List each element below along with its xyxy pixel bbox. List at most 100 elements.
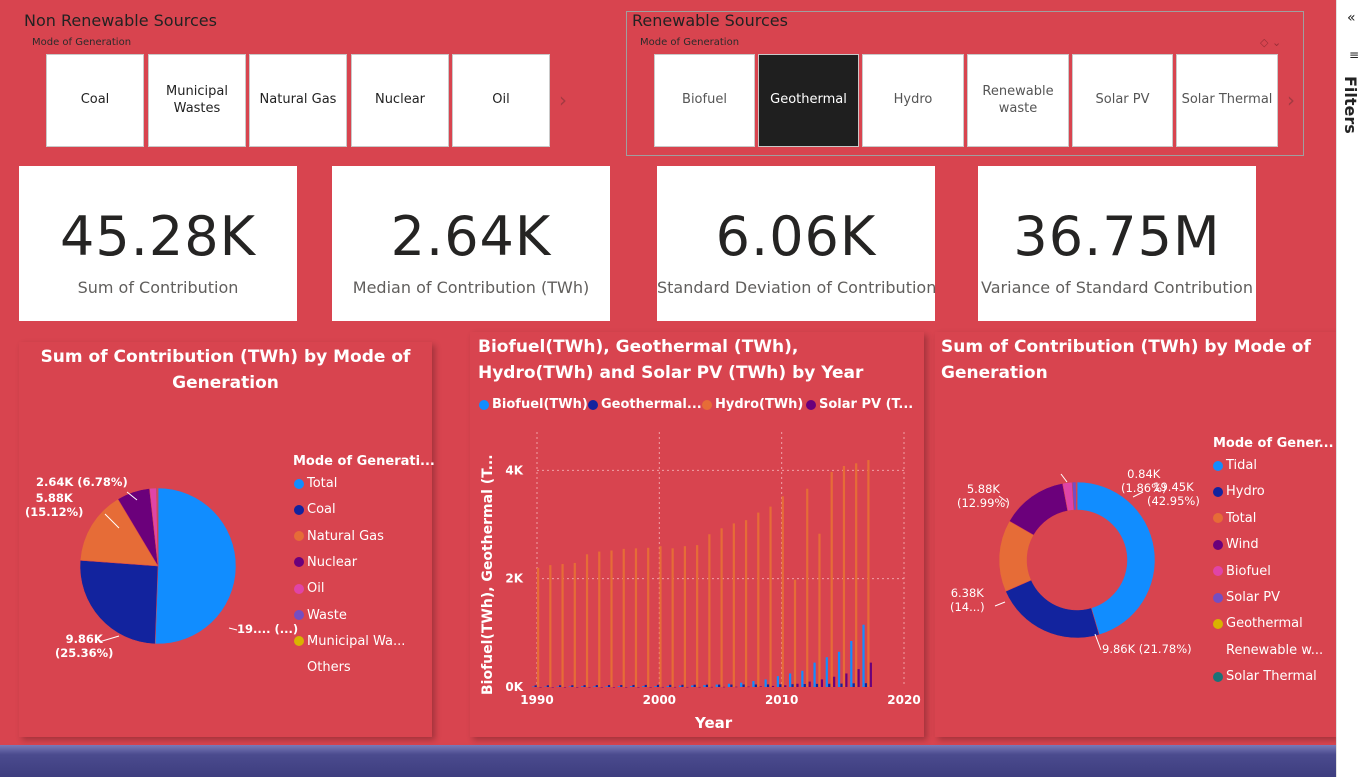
bar-hydro-twh-1996[interactable] xyxy=(610,550,613,688)
bar-geothermal-2014[interactable] xyxy=(828,683,831,687)
bar-geothermal-1997[interactable] xyxy=(620,684,623,687)
bar-solar-pv-t-1992[interactable] xyxy=(563,687,567,688)
bar-solar-pv-t-2013[interactable] xyxy=(820,679,824,687)
donut-legend-item[interactable]: Renewable w... xyxy=(1213,643,1323,658)
donut-legend-item[interactable]: Hydro xyxy=(1213,484,1265,499)
bar-biofuel-twh-1991[interactable] xyxy=(544,686,547,688)
bar-geothermal-2001[interactable] xyxy=(669,684,672,687)
bar-biofuel-twh-1997[interactable] xyxy=(617,686,620,687)
bar-solar-pv-t-2012[interactable] xyxy=(808,681,811,687)
bar-solar-pv-t-1998[interactable] xyxy=(637,687,640,688)
bar-biofuel-twh-2017[interactable] xyxy=(862,624,865,687)
bar-solar-pv-t-1999[interactable] xyxy=(649,687,652,688)
bar-hydro-twh-2000[interactable] xyxy=(659,546,662,687)
pie-legend-item[interactable]: Coal xyxy=(294,502,336,517)
bar-hydro-twh-1995[interactable] xyxy=(598,551,601,687)
filters-label[interactable]: Filters xyxy=(1341,76,1360,134)
bar-chart[interactable]: 1990 2000 2010 2020 0K 2K 4K xyxy=(470,332,924,737)
donut-legend-item[interactable]: Total xyxy=(1213,511,1256,526)
bar-hydro-twh-2007[interactable] xyxy=(744,520,748,687)
donut-slice-hydro[interactable] xyxy=(1005,579,1100,639)
bar-geothermal-2000[interactable] xyxy=(656,684,660,687)
bar-hydro-twh-2001[interactable] xyxy=(671,548,674,687)
bar-geothermal-1995[interactable] xyxy=(595,685,598,687)
bar-biofuel-twh-2000[interactable] xyxy=(654,686,657,687)
bar-biofuel-twh-1993[interactable] xyxy=(568,686,572,687)
bar-geothermal-2005[interactable] xyxy=(718,684,721,687)
bar-biofuel-twh-2008[interactable] xyxy=(752,681,755,687)
bar-solar-pv-t-2007[interactable] xyxy=(747,686,750,688)
donut-legend-item[interactable]: Geothermal xyxy=(1213,616,1303,631)
bar-solar-pv-t-1994[interactable] xyxy=(588,687,591,688)
bar-geothermal-2004[interactable] xyxy=(705,684,709,687)
bar-geothermal-1996[interactable] xyxy=(607,685,611,687)
pie-slice-total[interactable] xyxy=(154,487,237,645)
bar-hydro-twh-2013[interactable] xyxy=(818,533,821,687)
bar-biofuel-twh-2004[interactable] xyxy=(703,685,706,687)
bar-geothermal-2003[interactable] xyxy=(693,684,696,687)
bar-hydro-twh-1993[interactable] xyxy=(573,562,576,687)
bar-geothermal-2015[interactable] xyxy=(840,683,843,687)
bar-hydro-twh-2006[interactable] xyxy=(732,523,735,687)
donut-legend-item[interactable]: Wind xyxy=(1213,537,1259,552)
bar-geothermal-2010[interactable] xyxy=(779,684,782,687)
bar-biofuel-twh-1999[interactable] xyxy=(642,686,645,687)
bar-solar-pv-t-1991[interactable] xyxy=(551,687,554,688)
bar-biofuel-twh-2010[interactable] xyxy=(776,676,779,687)
slicer-tile-hydro[interactable]: Hydro xyxy=(862,54,964,147)
bar-hydro-twh-2005[interactable] xyxy=(720,528,723,687)
bar-solar-pv-t-2014[interactable] xyxy=(833,676,836,687)
bar-biofuel-twh-1998[interactable] xyxy=(629,686,633,687)
bar-solar-pv-t-1993[interactable] xyxy=(576,687,579,688)
bar-solar-pv-t-2016[interactable] xyxy=(857,669,860,687)
bar-geothermal-1999[interactable] xyxy=(644,684,647,687)
bar-biofuel-twh-2011[interactable] xyxy=(789,673,792,687)
bar-geothermal-1998[interactable] xyxy=(632,684,635,687)
bar-hydro-twh-2012[interactable] xyxy=(806,488,809,687)
bar-biofuel-twh-1994[interactable] xyxy=(581,686,584,687)
bar-solar-pv-t-2010[interactable] xyxy=(784,685,787,687)
bar-hydro-twh-2017[interactable] xyxy=(867,460,870,687)
slicer-tile-oil[interactable]: Oil xyxy=(452,54,550,147)
bar-biofuel-twh-2016[interactable] xyxy=(850,640,853,687)
bar-hydro-twh-2011[interactable] xyxy=(793,579,797,687)
bar-biofuel-twh-2006[interactable] xyxy=(727,683,731,687)
bar-solar-pv-t-2017[interactable] xyxy=(869,662,872,687)
bar-hydro-twh-2008[interactable] xyxy=(757,512,760,687)
bar-geothermal-2007[interactable] xyxy=(742,684,745,687)
bar-geothermal-2016[interactable] xyxy=(852,683,855,687)
bar-solar-pv-t-2005[interactable] xyxy=(722,686,726,688)
chevron-right-icon[interactable]: › xyxy=(559,88,567,112)
bar-geothermal-1990[interactable] xyxy=(534,685,537,687)
donut-legend-item[interactable]: Solar PV xyxy=(1213,590,1280,605)
slicer-tile-solar-thermal[interactable]: Solar Thermal xyxy=(1176,54,1278,147)
bar-biofuel-twh-2001[interactable] xyxy=(666,685,669,687)
pie-legend-item[interactable]: Waste xyxy=(294,608,347,623)
bar-geothermal-2008[interactable] xyxy=(754,684,757,687)
bar-geothermal-2002[interactable] xyxy=(681,684,684,687)
collapse-chevron-icon[interactable]: « xyxy=(1347,10,1356,26)
bar-geothermal-1993[interactable] xyxy=(571,685,574,687)
bar-solar-pv-t-2002[interactable] xyxy=(686,686,689,688)
bar-biofuel-twh-2007[interactable] xyxy=(740,682,743,687)
chevron-right-icon[interactable]: › xyxy=(1287,88,1295,112)
bar-hydro-twh-2009[interactable] xyxy=(769,506,772,687)
bar-solar-pv-t-1990[interactable] xyxy=(539,687,542,688)
bar-geothermal-2012[interactable] xyxy=(803,684,806,687)
bar-geothermal-1994[interactable] xyxy=(583,685,586,687)
slicer-tile-solar-pv[interactable]: Solar PV xyxy=(1072,54,1173,147)
bar-solar-pv-t-2004[interactable] xyxy=(710,686,713,688)
bar-solar-pv-t-1996[interactable] xyxy=(612,687,616,688)
bar-hydro-twh-1997[interactable] xyxy=(622,548,625,687)
bar-geothermal-2017[interactable] xyxy=(864,683,868,687)
bar-biofuel-twh-1992[interactable] xyxy=(556,686,559,687)
bar-hydro-twh-2002[interactable] xyxy=(683,546,687,687)
bar-solar-pv-t-1997[interactable] xyxy=(625,687,628,688)
slicer-tile-coal[interactable]: Coal xyxy=(46,54,144,147)
filters-pane[interactable]: « ≡ Filters xyxy=(1336,0,1368,777)
bar-geothermal-2011[interactable] xyxy=(791,684,794,687)
bar-biofuel-twh-2005[interactable] xyxy=(715,684,718,687)
bar-hydro-twh-2010[interactable] xyxy=(781,496,784,687)
bar-biofuel-twh-2009[interactable] xyxy=(764,679,767,687)
slicer-tile-renewable-waste[interactable]: Renewable waste xyxy=(967,54,1069,147)
